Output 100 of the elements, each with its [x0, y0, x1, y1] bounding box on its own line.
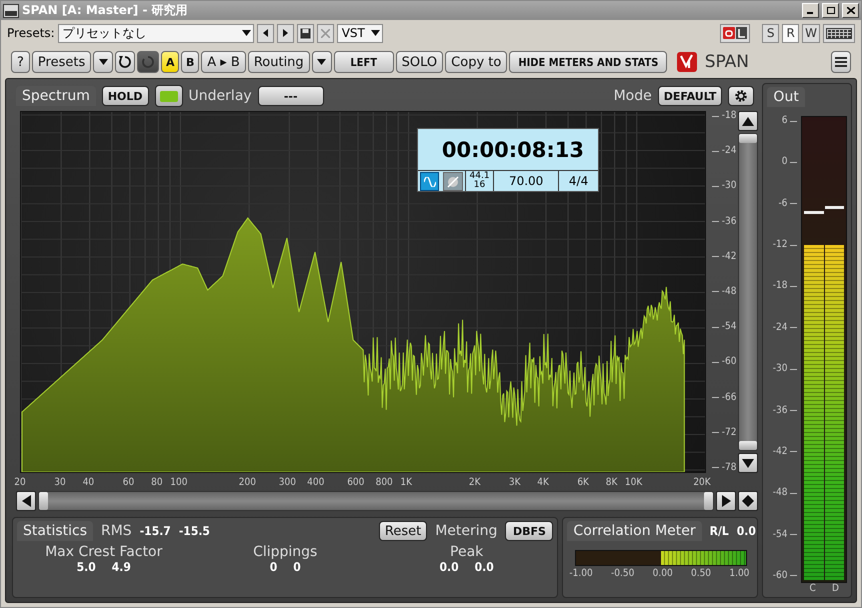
frequency-axis-label: 3K — [508, 477, 520, 488]
vertical-scrollbar[interactable] — [738, 133, 758, 451]
underlay-button[interactable]: --- — [258, 86, 324, 106]
frequency-axis-label: 6K — [577, 477, 589, 488]
format-dropdown[interactable]: VST — [336, 24, 383, 42]
frequency-axis-label: 300 — [278, 477, 296, 488]
frequency-axis-label: 8K — [606, 477, 618, 488]
db-axis-label: -24 — [708, 146, 736, 156]
statistic-value: 4.9 — [112, 560, 131, 574]
right-triangle-icon — [722, 495, 731, 507]
caret-icon — [370, 30, 380, 36]
view-toggle-button[interactable]: R — [782, 24, 800, 42]
logo-icon — [676, 52, 697, 72]
frequency-axis-label: 60 — [122, 477, 134, 488]
slot-button[interactable]: B — [181, 51, 200, 73]
settings-button[interactable] — [728, 86, 754, 106]
toolbar-button[interactable]: LEFT — [334, 51, 394, 73]
caret-icon — [317, 59, 326, 65]
frequency-axis-label: 100 — [170, 477, 188, 488]
db-axis-label: -78 — [708, 462, 736, 473]
scroll-right-button[interactable] — [716, 491, 736, 511]
toolbar-button[interactable]: Copy to — [445, 51, 508, 73]
caret-icon — [242, 30, 251, 36]
correlation-scale-label: 1.00 — [729, 568, 750, 579]
meter-scale-label: -60 — [765, 570, 798, 581]
sample-rate: 44.1 — [470, 172, 490, 181]
minimize-button[interactable] — [802, 3, 819, 18]
statistic-label: Peak — [450, 544, 484, 560]
logo-text: SPAN — [704, 52, 749, 72]
correlation-scale-label: 0.00 — [652, 568, 673, 579]
slot-button[interactable]: A — [161, 51, 180, 73]
channel-label: C — [810, 583, 816, 595]
toolbar-button[interactable]: SOLO — [396, 51, 444, 73]
toolbar-button[interactable]: HIDE METERS AND STATS — [509, 51, 668, 73]
db-axis-label: -48 — [708, 286, 736, 297]
color-toggle-button[interactable] — [154, 85, 183, 107]
circular-arrow-icon — [118, 55, 132, 69]
panel-title: Correlation Meter — [567, 521, 702, 541]
meter-scale-label: -54 — [765, 530, 798, 540]
maximize-icon — [826, 7, 834, 14]
frequency-axis-label: 1K — [400, 477, 412, 488]
frequency-axis-label: 80 — [151, 477, 163, 488]
zoom-reset-button[interactable] — [738, 491, 758, 511]
maximize-button[interactable] — [822, 3, 839, 18]
reset-stats-button[interactable]: Reset — [378, 521, 428, 541]
db-axis-label: -72 — [708, 428, 736, 438]
down-triangle-icon — [742, 458, 754, 468]
scroll-left-button[interactable] — [16, 491, 36, 511]
diamond-icon — [742, 495, 754, 507]
keyboard-icon — [826, 28, 852, 38]
hold-button[interactable]: HOLD — [102, 86, 149, 106]
view-toggle-button[interactable]: W — [802, 24, 820, 42]
meter-scale-label: -30 — [765, 364, 798, 374]
previous-preset-button[interactable] — [256, 24, 274, 42]
frequency-axis-label: 20K — [693, 477, 711, 488]
save-button[interactable] — [296, 24, 314, 42]
horizontal-scrollbar[interactable] — [38, 491, 714, 511]
close-icon — [846, 7, 854, 14]
keyboard-button[interactable] — [823, 24, 855, 42]
tempo: 70.00 — [493, 171, 558, 191]
panel-title: Statistics — [17, 521, 93, 541]
db-axis-label: -54 — [708, 322, 736, 332]
frequency-axis-label: 800 — [376, 477, 393, 488]
link-toggle-button[interactable] — [443, 172, 463, 191]
statistic-value: 0.0 — [440, 560, 459, 574]
left-triangle-icon — [22, 495, 30, 507]
mode-button[interactable]: DEFAULT — [658, 86, 722, 106]
timecode: 00:00:08:13 — [440, 136, 585, 164]
reset-button[interactable] — [115, 51, 136, 73]
db-axis-label: -60 — [708, 357, 736, 368]
metering-button[interactable]: DBFS — [505, 521, 554, 541]
scroll-down-button[interactable] — [738, 453, 758, 473]
close-icon — [320, 28, 330, 38]
menu-button[interactable] — [831, 51, 851, 73]
dropdown-button[interactable] — [93, 51, 114, 73]
meter-scale-label: -18 — [765, 281, 798, 292]
rms-value: -15.5 — [178, 524, 210, 538]
a-l-toggle-button[interactable] — [720, 24, 750, 42]
toolbar-button[interactable]: ? — [11, 51, 30, 73]
statistic-value: 5.0 — [76, 560, 96, 574]
bypass-button[interactable] — [137, 51, 160, 73]
toolbar-button[interactable]: Routing — [248, 51, 310, 73]
preset-dropdown[interactable]: プリセットなし — [58, 24, 254, 42]
statistic-label: Max Crest Factor — [45, 544, 162, 560]
scroll-up-button[interactable] — [738, 111, 758, 131]
a-l-icon — [723, 27, 748, 39]
dropdown-button[interactable] — [312, 51, 332, 73]
time-signature: 4/4 — [558, 171, 598, 191]
wave-toggle-button[interactable] — [420, 172, 440, 191]
correlation-scale-label: -0.50 — [611, 568, 634, 579]
db-axis-label: -36 — [708, 216, 736, 227]
toolbar-button[interactable]: A ▸ B — [201, 51, 246, 73]
wave-icon — [424, 176, 436, 186]
next-preset-button[interactable] — [276, 24, 294, 42]
view-toggle-button[interactable]: S — [762, 24, 780, 42]
toolbar-button[interactable]: Presets — [32, 51, 92, 73]
correlation-scale-label: -1.00 — [569, 568, 593, 579]
presets-label: Presets: — [7, 26, 55, 40]
frequency-axis-label: 600 — [347, 477, 364, 488]
close-button[interactable] — [842, 3, 859, 18]
